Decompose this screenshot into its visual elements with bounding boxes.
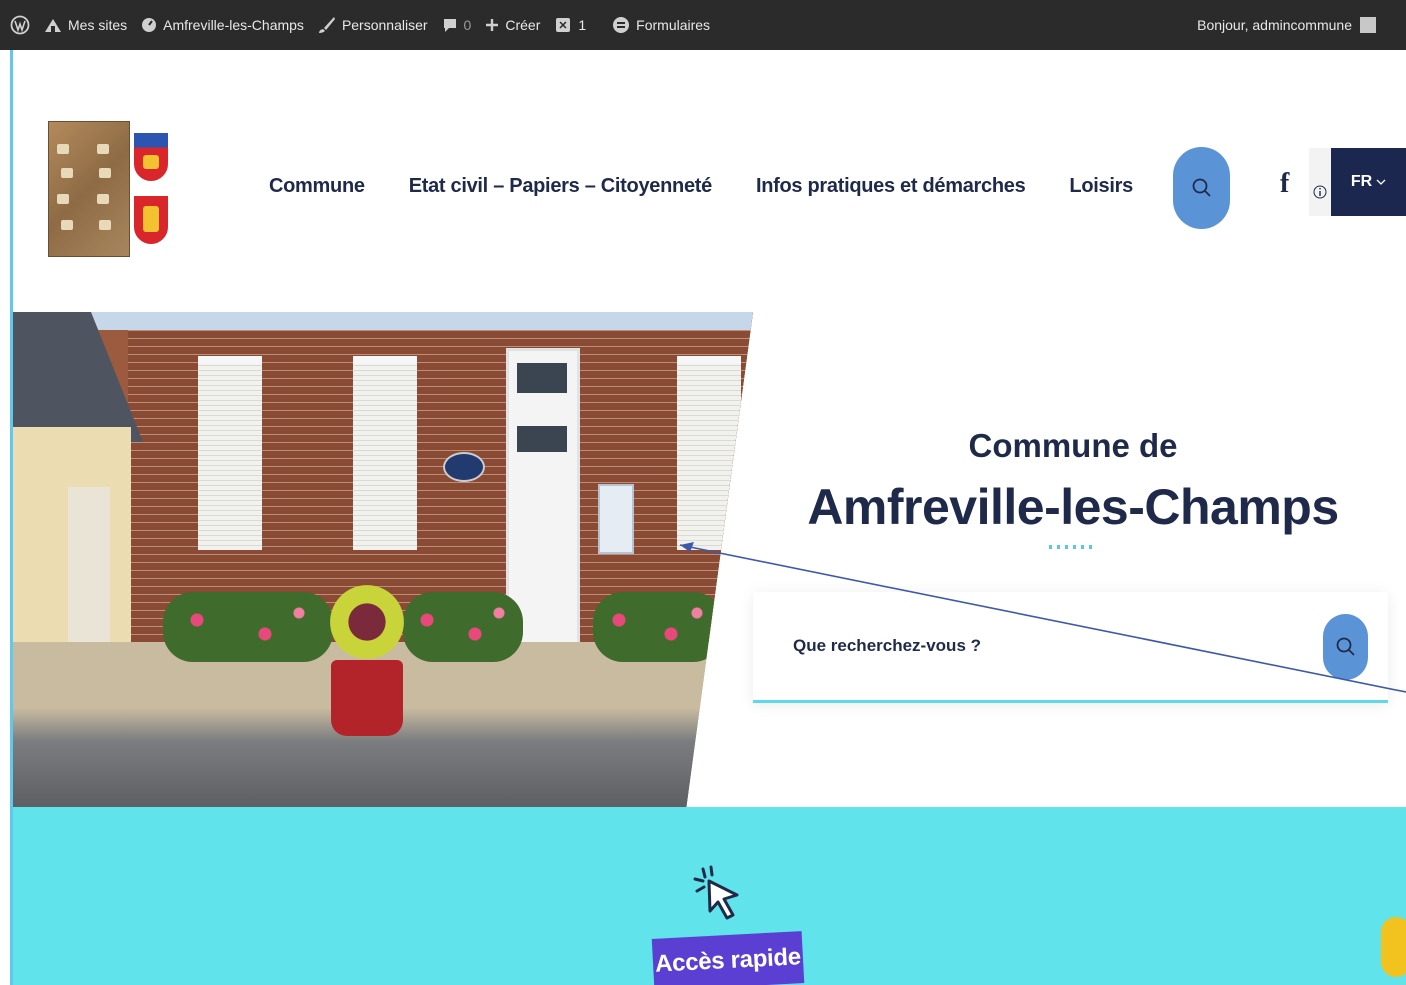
info-button[interactable]: [1309, 148, 1331, 216]
normandy-arms-icon: [134, 196, 168, 244]
updates-count: 1: [578, 17, 587, 33]
forms-menu[interactable]: Formulaires: [612, 16, 720, 34]
customize-menu[interactable]: Personnaliser: [318, 16, 438, 34]
site-name-menu[interactable]: Amfreville-les-Champs: [141, 17, 314, 33]
create-menu[interactable]: Créer: [485, 17, 550, 33]
coat-of-arms-icon: [134, 133, 168, 181]
page-frame: Commune Etat civil – Papiers – Citoyenne…: [10, 50, 1406, 985]
search-icon: [1191, 177, 1213, 199]
plus-icon: [485, 18, 499, 32]
language-selector[interactable]: FR: [1331, 148, 1406, 216]
updates-menu[interactable]: 1: [554, 16, 596, 34]
customize-brush-icon: [318, 16, 336, 34]
quick-access-section: Accès rapide: [13, 807, 1406, 985]
tapestry-emblem: [48, 121, 130, 257]
my-sites-icon: [44, 17, 62, 33]
hero-search-box[interactable]: Que recherchez-vous ?: [753, 592, 1388, 703]
site-header: Commune Etat civil – Papiers – Citoyenne…: [13, 50, 1406, 312]
comments-menu[interactable]: 0: [442, 17, 482, 33]
forms-icon: [612, 16, 630, 34]
main-navigation: Commune Etat civil – Papiers – Citoyenne…: [269, 175, 1133, 198]
hero-subtitle: Commune de: [968, 427, 1178, 464]
my-sites-menu[interactable]: Mes sites: [44, 17, 137, 33]
search-submit-button[interactable]: [1323, 614, 1368, 680]
wordpress-icon: [10, 15, 30, 35]
search-icon: [1335, 636, 1357, 658]
wordpress-menu[interactable]: [10, 15, 40, 35]
avatar[interactable]: [1360, 17, 1376, 33]
nav-item-infos-pratiques[interactable]: Infos pratiques et démarches: [756, 175, 1026, 198]
updates-icon: [554, 16, 572, 34]
nav-item-etat-civil[interactable]: Etat civil – Papiers – Citoyenneté: [409, 175, 713, 198]
facebook-icon[interactable]: f: [1280, 168, 1289, 200]
hero-title: Amfreville-les-Champs: [807, 479, 1339, 535]
town-hall-photo: [13, 312, 753, 807]
my-sites-label: Mes sites: [68, 17, 128, 33]
forms-label: Formulaires: [636, 17, 711, 33]
customize-label: Personnaliser: [341, 17, 428, 33]
language-label: FR: [1350, 173, 1373, 190]
hero-text-panel: Commune de Amfreville-les-Champs Que rec…: [753, 312, 1406, 807]
search-input[interactable]: Que recherchez-vous ?: [793, 636, 981, 656]
nav-item-commune[interactable]: Commune: [269, 175, 365, 198]
comments-count: 0: [463, 17, 472, 33]
dashboard-icon: [141, 17, 157, 33]
title-decoration: [1049, 545, 1093, 549]
quick-access-label[interactable]: Accès rapide: [651, 931, 805, 985]
site-name-label: Amfreville-les-Champs: [163, 17, 304, 33]
chevron-down-icon: [1376, 178, 1386, 186]
accessibility-badge[interactable]: [1381, 917, 1406, 977]
site-logo[interactable]: [48, 121, 178, 257]
cursor-click-icon: [693, 865, 753, 927]
info-icon: [1313, 168, 1327, 216]
admin-bar: Mes sites Amfreville-les-Champs Personna…: [0, 0, 1406, 50]
nav-item-loisirs[interactable]: Loisirs: [1069, 175, 1133, 198]
create-label: Créer: [505, 17, 541, 33]
hero-section: Commune de Amfreville-les-Champs Que rec…: [13, 312, 1406, 807]
comment-icon: [442, 17, 458, 33]
header-search-button[interactable]: [1173, 147, 1230, 229]
greeting-label[interactable]: Bonjour, admincommune: [1197, 17, 1352, 33]
